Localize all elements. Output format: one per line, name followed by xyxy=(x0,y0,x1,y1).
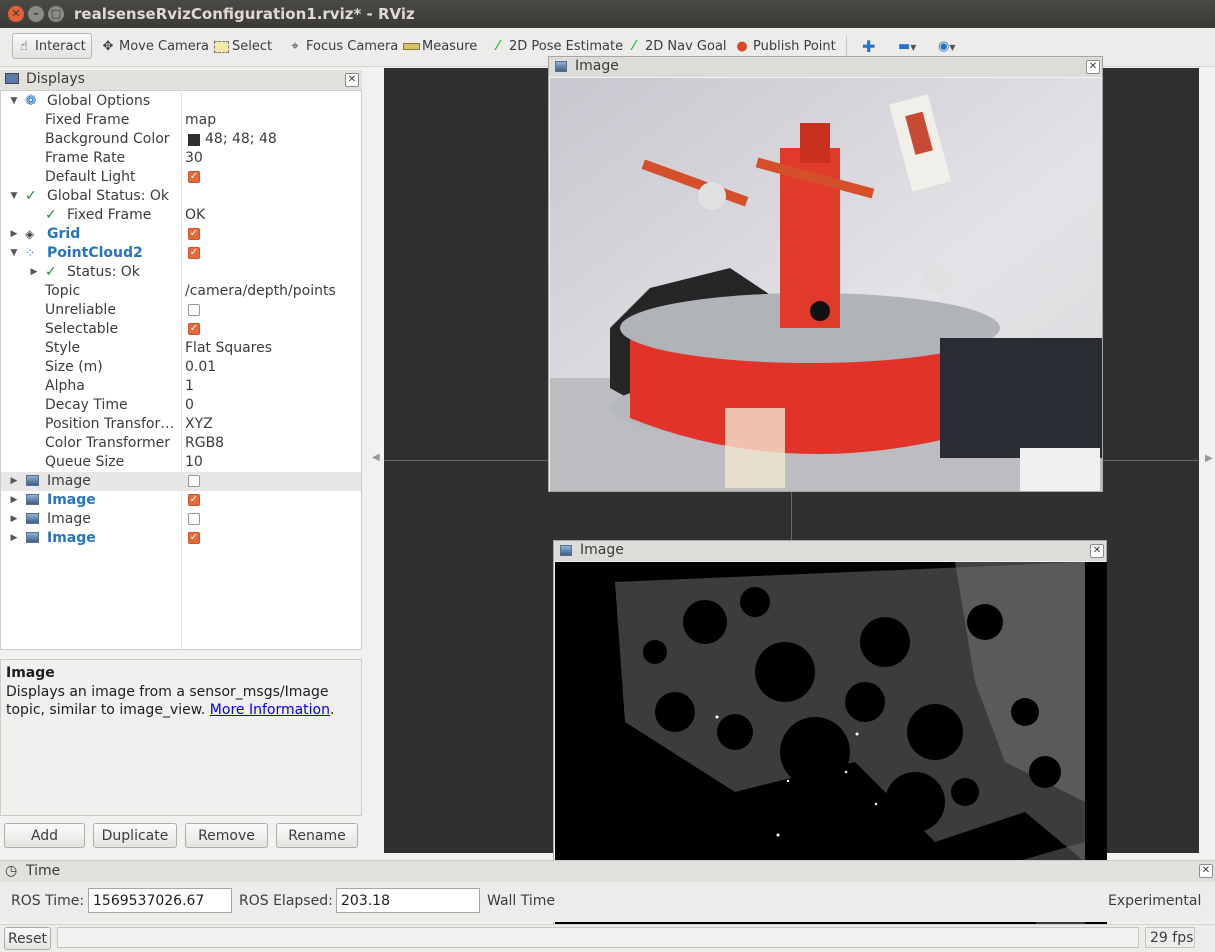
time-row: ROS Time: 1569537026.67 ROS Elapsed: 203… xyxy=(0,882,1215,922)
expand-arrow-icon[interactable]: ▶ xyxy=(9,472,19,491)
image-icon xyxy=(560,545,572,556)
window-title: realsenseRvizConfiguration1.rviz* - RViz xyxy=(74,5,415,23)
close-panel-icon[interactable]: ✕ xyxy=(1199,864,1213,878)
time-panel-header: ◷ Time ✕ xyxy=(0,860,1215,882)
expand-arrow-icon[interactable]: ▶ xyxy=(9,510,19,529)
remove-button[interactable]: Remove xyxy=(185,823,268,848)
select-tool-button[interactable]: Select xyxy=(213,34,272,60)
expand-arrow-icon[interactable]: ▶ xyxy=(9,225,19,244)
expand-arrow-icon[interactable]: ▶ xyxy=(9,491,19,510)
status-bar: Reset 29 fps xyxy=(0,924,1215,952)
description-panel: Image Displays an image from a sensor_ms… xyxy=(0,659,362,816)
pointcloud-icon: ⁘ xyxy=(25,246,36,260)
wall-time-label: Wall Time xyxy=(487,893,556,909)
right-arrow-icon: ▶ xyxy=(1205,453,1213,464)
status-message-area xyxy=(57,927,1139,948)
fps-readout: 29 fps xyxy=(1145,927,1195,948)
duplicate-button[interactable]: Duplicate xyxy=(93,823,177,848)
move-camera-tool-button[interactable]: ✥ Move Camera xyxy=(100,34,209,60)
pointcloud-enabled-checkbox[interactable]: ✓ xyxy=(188,247,200,259)
monitor-icon xyxy=(5,73,19,84)
image-icon xyxy=(26,532,39,543)
measure-tool-button[interactable]: Measure xyxy=(403,34,477,60)
left-arrow-icon: ◀ xyxy=(372,452,380,463)
more-information-link[interactable]: More Information xyxy=(210,702,330,718)
image-icon xyxy=(26,513,39,524)
collapse-arrow-icon[interactable]: ▼ xyxy=(9,244,19,263)
close-image-window-icon[interactable]: ✕ xyxy=(1086,60,1100,74)
collapse-arrow-icon[interactable]: ▼ xyxy=(9,187,19,206)
selectable-checkbox[interactable]: ✓ xyxy=(188,323,200,335)
ruler-icon xyxy=(403,34,420,60)
image-window-titlebar[interactable]: Image ✕ xyxy=(549,57,1102,77)
interact-tool-button[interactable]: ☝ Interact xyxy=(12,33,92,59)
unreliable-checkbox[interactable] xyxy=(188,304,200,316)
image-4-checkbox[interactable]: ✓ xyxy=(188,532,200,544)
rgb-camera-image xyxy=(550,78,1102,491)
ok-check-icon: ✓ xyxy=(25,188,37,204)
ros-elapsed-field[interactable]: 203.18 xyxy=(336,888,480,913)
close-panel-icon[interactable]: ✕ xyxy=(345,73,359,87)
image-1-checkbox[interactable] xyxy=(188,475,200,487)
color-swatch[interactable] xyxy=(188,134,200,146)
toolbar-separator xyxy=(846,36,847,58)
minimize-window-icon[interactable]: – xyxy=(28,6,44,22)
close-image-window-icon[interactable]: ✕ xyxy=(1090,544,1104,558)
image-3-checkbox[interactable] xyxy=(188,513,200,525)
description-text: Displays an image from a sensor_msgs/Ima… xyxy=(6,684,335,718)
ros-elapsed-label: ROS Elapsed: xyxy=(239,893,333,909)
description-heading: Image xyxy=(6,665,55,681)
image-icon xyxy=(555,61,567,72)
image-icon xyxy=(26,494,39,505)
focus-camera-icon: ⌖ xyxy=(291,39,299,54)
experimental-checkbox-label[interactable]: Experimental xyxy=(1108,893,1201,909)
close-window-icon[interactable]: ✕ xyxy=(8,6,24,22)
reset-button[interactable]: Reset xyxy=(4,927,51,950)
image-2-checkbox[interactable]: ✓ xyxy=(188,494,200,506)
image-window-titlebar[interactable]: Image ✕ xyxy=(554,541,1106,561)
focus-camera-tool-button[interactable]: ⌖ Focus Camera xyxy=(287,34,398,60)
collapse-arrow-icon[interactable]: ▼ xyxy=(9,92,19,111)
move-camera-icon: ✥ xyxy=(102,39,114,54)
displays-title: Displays xyxy=(26,71,85,87)
image-icon xyxy=(26,475,39,486)
tree-column-divider[interactable] xyxy=(181,90,182,650)
maximize-window-icon[interactable]: □ xyxy=(48,6,64,22)
grid-icon: ◈ xyxy=(25,227,35,241)
ok-check-icon: ✓ xyxy=(45,207,57,223)
expand-arrow-icon[interactable]: ▶ xyxy=(9,529,19,548)
ok-check-icon: ✓ xyxy=(45,264,57,280)
green-arrow-icon: ⁄ xyxy=(496,39,500,54)
grid-enabled-checkbox[interactable]: ✓ xyxy=(188,228,200,240)
clock-icon: ◷ xyxy=(5,863,18,879)
displays-panel-header: Displays ✕ xyxy=(0,70,362,91)
time-title: Time xyxy=(26,863,61,879)
ros-time-label: ROS Time: xyxy=(11,893,85,909)
expand-arrow-icon[interactable]: ▶ xyxy=(29,263,39,282)
add-button[interactable]: Add xyxy=(4,823,85,848)
rename-button[interactable]: Rename xyxy=(276,823,358,848)
window-titlebar: ✕ – □ realsenseRvizConfiguration1.rviz* … xyxy=(0,0,1215,28)
default-light-checkbox[interactable]: ✓ xyxy=(188,171,200,183)
select-icon xyxy=(213,34,229,60)
ros-time-field[interactable]: 1569537026.67 xyxy=(88,888,232,913)
image-window-rgb[interactable]: Image ✕ xyxy=(548,56,1103,492)
gear-icon: ❁ xyxy=(25,93,37,109)
hand-icon: ☝ xyxy=(20,39,28,54)
